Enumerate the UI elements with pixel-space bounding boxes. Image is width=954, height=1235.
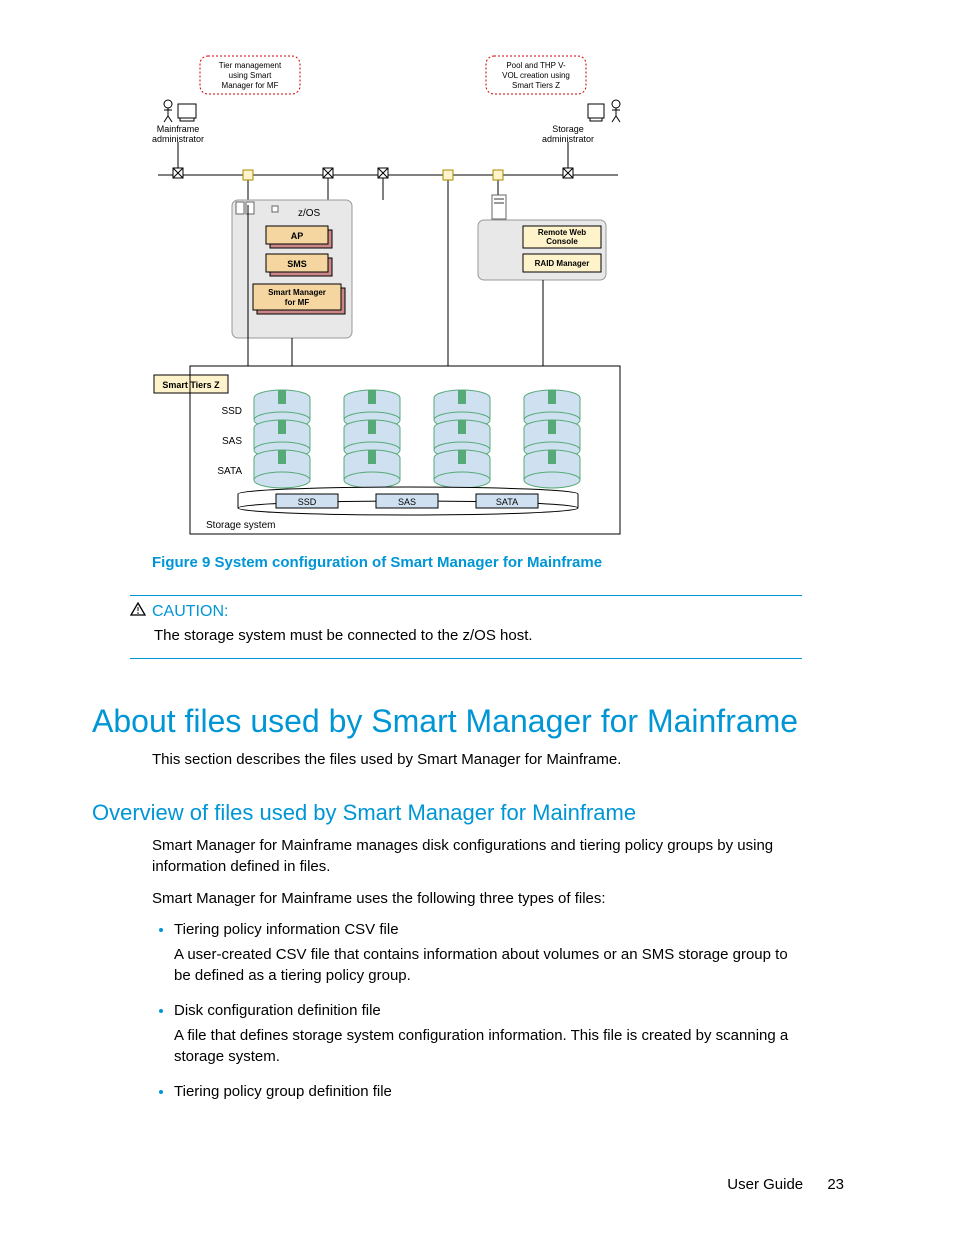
caution-text: The storage system must be connected to … — [154, 627, 802, 644]
svg-text:Pool and THP V-: Pool and THP V- — [506, 61, 566, 70]
document-page: Tier management using Smart Manager for … — [0, 0, 954, 1235]
paragraph: Smart Manager for Mainframe uses the fol… — [152, 889, 802, 909]
svg-text:SAS: SAS — [222, 436, 242, 447]
svg-text:using Smart: using Smart — [229, 71, 272, 80]
list-item: Tiering policy information CSV file A us… — [174, 919, 802, 986]
list-item: Disk configuration definition file A fil… — [174, 1000, 802, 1067]
page-footer: User Guide 23 — [727, 1176, 844, 1193]
svg-text:Smart Tiers Z: Smart Tiers Z — [162, 380, 220, 390]
system-diagram: Tier management using Smart Manager for … — [148, 50, 628, 540]
intro-paragraph: This section describes the files used by… — [152, 750, 802, 770]
svg-text:SMS: SMS — [287, 259, 307, 269]
svg-text:SAS: SAS — [398, 497, 416, 507]
list-item: Tiering policy group definition file — [174, 1081, 802, 1102]
paragraph: Smart Manager for Mainframe manages disk… — [152, 836, 802, 877]
svg-text:RAID Manager: RAID Manager — [535, 259, 590, 268]
figure-caption: Figure 9 System configuration of Smart M… — [152, 554, 954, 571]
caution-icon — [130, 602, 146, 616]
svg-text:Remote Web: Remote Web — [538, 228, 586, 237]
svg-text:Smart Tiers Z: Smart Tiers Z — [512, 81, 560, 90]
svg-text:SSD: SSD — [298, 497, 317, 507]
svg-text:Storage: Storage — [552, 124, 584, 134]
svg-text:Smart Manager: Smart Manager — [268, 288, 326, 297]
svg-text:Tier management: Tier management — [219, 61, 282, 70]
svg-text:VOL creation using: VOL creation using — [502, 71, 570, 80]
svg-text:for MF: for MF — [285, 298, 310, 307]
svg-text:z/OS: z/OS — [298, 208, 321, 219]
heading-2: Overview of files used by Smart Manager … — [92, 800, 954, 826]
page-number: 23 — [827, 1176, 844, 1193]
caution-label: CAUTION: — [152, 603, 228, 621]
svg-text:AP: AP — [291, 231, 304, 241]
svg-text:Console: Console — [546, 237, 578, 246]
svg-text:Manager for MF: Manager for MF — [222, 81, 279, 90]
svg-text:SATA: SATA — [496, 497, 518, 507]
heading-1: About files used by Smart Manager for Ma… — [92, 703, 954, 740]
footer-label: User Guide — [727, 1176, 803, 1193]
svg-text:Storage system: Storage system — [206, 520, 275, 531]
svg-text:Mainframe: Mainframe — [157, 124, 200, 134]
svg-text:SATA: SATA — [217, 466, 242, 477]
file-types-list: Tiering policy information CSV file A us… — [152, 919, 802, 1102]
caution-block: CAUTION: The storage system must be conn… — [130, 595, 802, 659]
svg-text:SSD: SSD — [221, 406, 242, 417]
